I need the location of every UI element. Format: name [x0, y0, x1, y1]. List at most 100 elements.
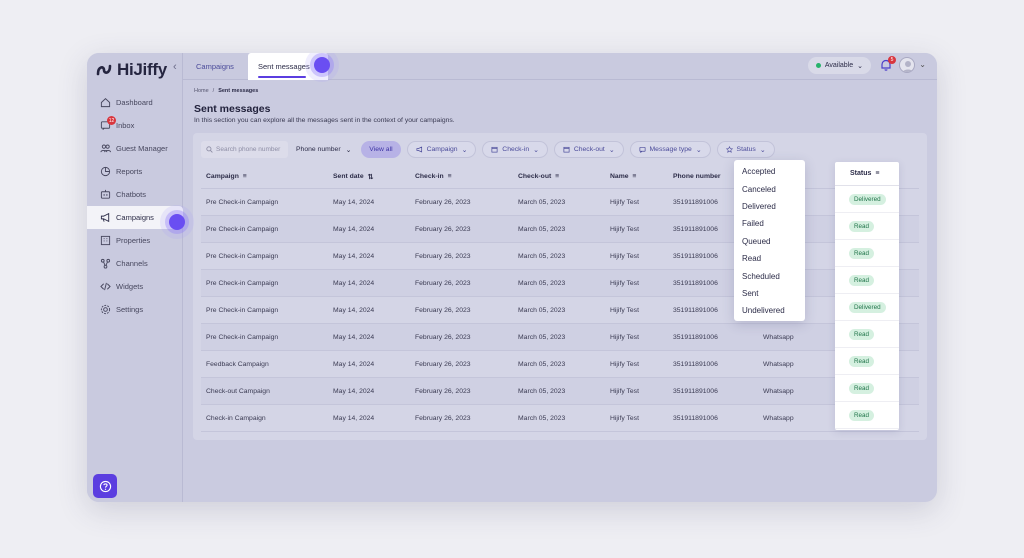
cell-phone: 351911891006 — [673, 360, 718, 368]
sidebar-item-settings[interactable]: Settings — [87, 298, 183, 321]
home-icon — [100, 98, 111, 108]
sidebar-item-label: Properties — [116, 236, 151, 245]
column-header-phone[interactable]: Phone number — [673, 165, 721, 188]
availability-label: Available — [824, 62, 854, 69]
messages-table: Campaign ≡ Sent date ⇅ Check-in ≡ Check-out… — [201, 165, 919, 432]
campaign-filter[interactable]: Campaign ⌄ — [406, 141, 477, 158]
sidebar-item-campaigns[interactable]: Campaigns — [87, 206, 183, 229]
filter-icon: ≡ — [632, 173, 637, 180]
cell-phone: 351911891006 — [673, 252, 718, 260]
cell-sent: May 14, 2024 — [333, 306, 375, 314]
cell-checkin: February 26, 2023 — [415, 252, 471, 260]
help-button[interactable] — [93, 474, 117, 498]
table-row[interactable]: Check-in Campaign May 14, 2024 February 26… — [201, 405, 919, 432]
channels-icon — [100, 258, 111, 269]
dropdown-option[interactable]: Delivered — [734, 198, 805, 215]
table-row[interactable]: Feedback Campaign May 14, 2024 February 26… — [201, 351, 919, 378]
dropdown-option[interactable]: Accepted — [734, 163, 805, 180]
dropdown-option[interactable]: Canceled — [734, 180, 805, 197]
cell-sent: May 14, 2024 — [333, 225, 375, 233]
dropdown-option[interactable]: Sent — [734, 285, 805, 302]
column-header-status[interactable]: Status ≡ — [835, 162, 899, 186]
column-header-campaign[interactable]: Campaign ≡ — [206, 165, 247, 188]
table-header: Campaign ≡ Sent date ⇅ Check-in ≡ Check-out… — [201, 165, 919, 189]
dropdown-option[interactable]: Queued — [734, 233, 805, 250]
cell-phone: 351911891006 — [673, 414, 718, 422]
table-row[interactable]: Pre Check-in Campaign May 14, 2024 Februar… — [201, 189, 919, 216]
main-content: Home / Sent messages Sent messages In th… — [183, 80, 937, 502]
column-header-sent-date[interactable]: Sent date ⇅ — [333, 165, 373, 188]
table-row[interactable]: Pre Check-in Campaign May 14, 2024 Februar… — [201, 270, 919, 297]
cell-campaign: Pre Check-in Campaign — [206, 279, 279, 287]
sidebar-item-properties[interactable]: Properties — [87, 229, 183, 252]
table-row[interactable]: Pre Check-in Campaign May 14, 2024 Februar… — [201, 216, 919, 243]
filter-icon: ≡ — [555, 173, 560, 180]
filter-label: Status — [736, 146, 756, 153]
column-header-name[interactable]: Name ≡ — [610, 165, 636, 188]
breadcrumb-home[interactable]: Home — [194, 88, 209, 94]
cell-sent: May 14, 2024 — [333, 414, 375, 422]
status-cells: Delivered Read Read Read Delivered Read Read Re… — [835, 186, 899, 429]
sidebar-item-channels[interactable]: Channels — [87, 252, 183, 275]
account-chevron-icon[interactable]: ⌄ — [919, 60, 926, 69]
status-filter[interactable]: Status ⌄ — [716, 141, 775, 158]
status-badge: Read — [849, 409, 875, 421]
collapse-sidebar-icon[interactable]: ‹ — [173, 61, 177, 73]
table-row[interactable]: Pre Check-in Campaign May 14, 2024 Februar… — [201, 297, 919, 324]
sidebar-item-dashboard[interactable]: Dashboard — [87, 91, 183, 114]
dropdown-option[interactable]: Failed — [734, 215, 805, 232]
sidebar-item-label: Guest Manager — [116, 144, 168, 153]
column-label: Name — [610, 173, 629, 180]
search-field-select[interactable]: Phone number ⌄ — [294, 141, 355, 158]
avatar[interactable] — [899, 57, 915, 73]
dropdown-option[interactable]: Read — [734, 250, 805, 267]
availability-selector[interactable]: Available ⌄ — [807, 57, 871, 74]
sidebar-item-widgets[interactable]: Widgets — [87, 275, 183, 298]
view-all-button[interactable]: View all — [361, 141, 401, 158]
search-field-label: Phone number — [296, 146, 341, 153]
cell-campaign: Check-out Campaign — [206, 387, 270, 395]
calendar-icon — [563, 146, 570, 153]
message-icon — [639, 146, 645, 153]
column-label: Check-in — [415, 173, 444, 180]
logo[interactable]: HiJiffy — [96, 58, 167, 82]
search-icon — [206, 146, 213, 153]
breadcrumb-separator: / — [212, 88, 215, 94]
column-label: Check-out — [518, 173, 552, 180]
user-icon — [902, 61, 914, 72]
dropdown-option[interactable]: Undelivered — [734, 302, 805, 319]
sidebar-item-chatbots[interactable]: Chatbots — [87, 183, 183, 206]
cell-name: Hijify Test — [610, 225, 639, 233]
dropdown-option[interactable]: Scheduled — [734, 267, 805, 284]
sort-icon: ⇅ — [367, 173, 374, 181]
message-type-filter[interactable]: Message type ⌄ — [629, 141, 711, 158]
tab-campaigns[interactable]: Campaigns — [196, 53, 234, 80]
cell-phone: 351911891006 — [673, 279, 718, 287]
sidebar-item-label: Settings — [116, 305, 144, 314]
search-input[interactable]: Search phone number — [201, 141, 288, 158]
table-row[interactable]: Pre Check-in Campaign May 14, 2024 Februar… — [201, 243, 919, 270]
dropdown-options: Accepted Canceled Delivered Failed Queued Rea… — [734, 163, 805, 320]
cell-sent: May 14, 2024 — [333, 333, 375, 341]
table-row[interactable]: Pre Check-in Campaign May 14, 2024 Februar… — [201, 324, 919, 351]
table-row[interactable]: Check-out Campaign May 14, 2024 February 2… — [201, 378, 919, 405]
cell-phone: 351911891006 — [673, 225, 718, 233]
checkout-filter[interactable]: Check-out ⌄ — [553, 141, 624, 158]
column-header-checkout[interactable]: Check-out ≡ — [518, 165, 559, 188]
cell-name: Hijify Test — [610, 387, 639, 395]
filter-label: Message type — [649, 146, 692, 153]
highlight-marker-tab — [314, 57, 330, 73]
sidebar-item-reports[interactable]: Reports — [87, 160, 183, 183]
sidebar-item-guest-manager[interactable]: Guest Manager — [87, 137, 183, 160]
filter-icon: ≡ — [242, 173, 247, 180]
status-badge: Read — [849, 220, 875, 232]
inbox-badge: 12 — [107, 116, 116, 125]
sidebar-item-inbox[interactable]: 12 Inbox — [87, 114, 183, 137]
chevron-down-icon: ⌄ — [533, 146, 539, 154]
status-cell: Read — [835, 321, 899, 348]
column-header-checkin[interactable]: Check-in ≡ — [415, 165, 452, 188]
sidebar-item-label: Reports — [116, 167, 143, 176]
checkin-filter[interactable]: Check-in ⌄ — [482, 141, 548, 158]
help-icon — [99, 480, 111, 492]
cell-campaign: Pre Check-in Campaign — [206, 225, 279, 233]
